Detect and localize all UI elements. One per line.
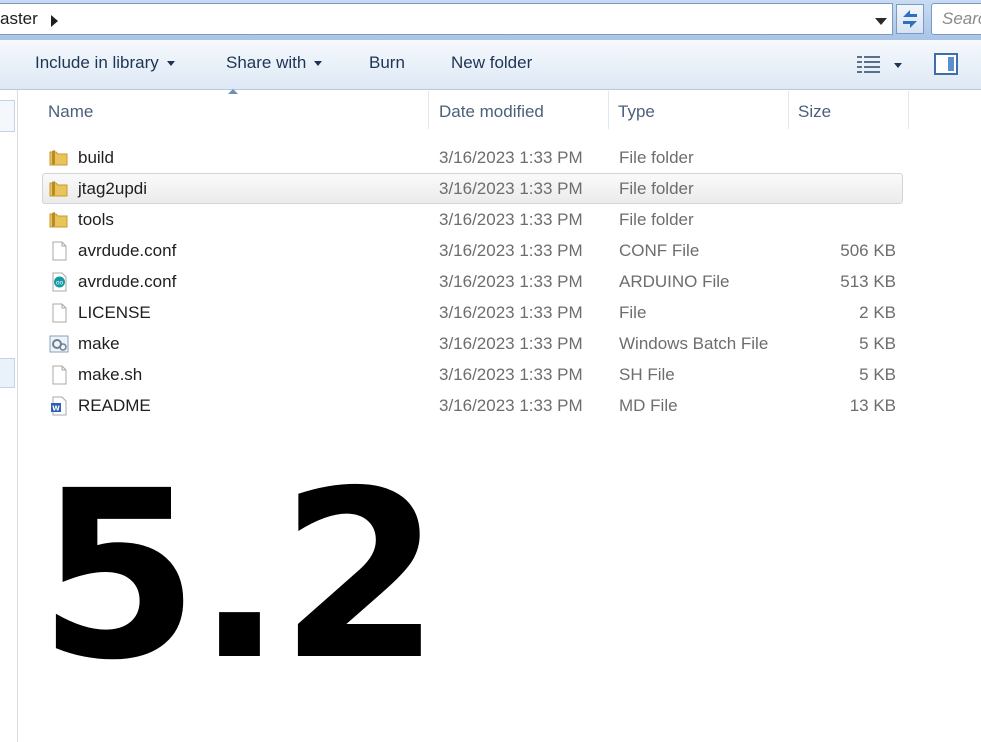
file-row[interactable]: make 3/16/2023 1:33 PM Windows Batch File 5… xyxy=(42,328,903,359)
file-name: jtag2updi xyxy=(78,179,148,198)
file-name: build xyxy=(78,148,114,167)
share-with-button[interactable]: Share with xyxy=(226,53,323,73)
file-type: File xyxy=(619,303,647,322)
column-header-name[interactable]: Name xyxy=(48,91,428,132)
file-type: Windows Batch File xyxy=(619,334,769,353)
file-type: SH File xyxy=(619,365,675,384)
file-size: 513 KB xyxy=(840,272,896,291)
file-name: LICENSE xyxy=(78,303,151,322)
file-row[interactable]: jtag2updi 3/16/2023 1:33 PM File folder xyxy=(42,173,903,204)
file-date: 3/16/2023 1:33 PM xyxy=(439,210,583,229)
file-icon xyxy=(49,241,69,261)
file-type: File folder xyxy=(619,179,694,198)
file-row[interactable]: make.sh 3/16/2023 1:33 PM SH File 5 KB xyxy=(42,359,903,390)
nav-item-selected[interactable] xyxy=(0,358,15,388)
file-row[interactable]: build 3/16/2023 1:33 PM File folder xyxy=(42,142,903,173)
address-bar: aster Searc xyxy=(0,0,981,40)
column-divider[interactable] xyxy=(428,91,429,129)
column-divider[interactable] xyxy=(608,91,609,129)
file-type: ARDUINO File xyxy=(619,272,730,291)
word-doc-icon: W xyxy=(49,396,69,416)
breadcrumb-chevron-icon[interactable] xyxy=(51,15,58,27)
file-date: 3/16/2023 1:33 PM xyxy=(439,272,583,291)
file-name: README xyxy=(78,396,151,415)
include-in-library-label: Include in library xyxy=(35,53,159,72)
svg-text:W: W xyxy=(52,405,60,413)
file-type: File folder xyxy=(619,148,694,167)
file-type: CONF File xyxy=(619,241,700,260)
refresh-icon xyxy=(903,10,917,28)
view-details-icon[interactable] xyxy=(857,54,881,74)
file-date: 3/16/2023 1:33 PM xyxy=(439,148,583,167)
share-with-label: Share with xyxy=(226,53,307,72)
column-header-type[interactable]: Type xyxy=(618,91,788,132)
column-divider[interactable] xyxy=(788,91,789,129)
file-size: 2 KB xyxy=(859,303,896,322)
file-date: 3/16/2023 1:33 PM xyxy=(439,303,583,322)
chevron-down-icon xyxy=(314,61,323,67)
view-options-chevron-icon[interactable] xyxy=(894,63,902,68)
file-date: 3/16/2023 1:33 PM xyxy=(439,179,583,198)
file-date: 3/16/2023 1:33 PM xyxy=(439,396,583,415)
file-date: 3/16/2023 1:33 PM xyxy=(439,365,583,384)
overlay-number: 5.2 xyxy=(38,441,441,711)
search-placeholder: Searc xyxy=(942,9,981,28)
column-header-date[interactable]: Date modified xyxy=(439,91,607,132)
file-size: 506 KB xyxy=(840,241,896,260)
address-dropdown-icon[interactable] xyxy=(875,18,887,25)
arduino-icon: oo xyxy=(49,272,69,292)
command-bar: Include in library Share with Burn New f… xyxy=(0,40,981,90)
file-name: tools xyxy=(78,210,114,229)
search-input[interactable]: Searc xyxy=(931,3,981,35)
file-icon xyxy=(49,303,69,323)
folder-icon xyxy=(49,148,69,168)
file-type: File folder xyxy=(619,210,694,229)
file-icon xyxy=(49,365,69,385)
file-name: make.sh xyxy=(78,365,143,384)
new-folder-button[interactable]: New folder xyxy=(451,53,532,73)
chevron-down-icon xyxy=(166,61,175,67)
svg-text:oo: oo xyxy=(56,280,64,287)
breadcrumb-segment[interactable]: aster xyxy=(0,9,38,29)
file-row[interactable]: oo avrdude.conf 3/16/2023 1:33 PM ARDUINO F… xyxy=(42,266,903,297)
file-date: 3/16/2023 1:33 PM xyxy=(439,241,583,260)
navigation-pane[interactable] xyxy=(0,90,18,742)
folder-icon xyxy=(49,179,69,199)
nav-item[interactable] xyxy=(0,100,15,132)
file-size: 5 KB xyxy=(859,334,896,353)
file-name: make xyxy=(78,334,120,353)
file-row[interactable]: avrdude.conf 3/16/2023 1:33 PM CONF File 50… xyxy=(42,235,903,266)
file-name: avrdude.conf xyxy=(78,241,177,260)
preview-pane-icon[interactable] xyxy=(934,53,958,75)
refresh-button[interactable] xyxy=(896,4,924,34)
folder-icon xyxy=(49,210,69,230)
column-divider[interactable] xyxy=(908,91,909,129)
batch-icon xyxy=(49,334,69,354)
file-row[interactable]: LICENSE 3/16/2023 1:33 PM File 2 KB xyxy=(42,297,903,328)
include-in-library-button[interactable]: Include in library xyxy=(35,53,175,73)
column-header-size[interactable]: Size xyxy=(798,91,908,132)
file-date: 3/16/2023 1:33 PM xyxy=(439,334,583,353)
file-name: avrdude.conf xyxy=(78,272,177,291)
file-type: MD File xyxy=(619,396,678,415)
file-size: 5 KB xyxy=(859,365,896,384)
file-row[interactable]: W README 3/16/2023 1:33 PM MD File 13 KB xyxy=(42,390,903,421)
file-size: 13 KB xyxy=(849,396,896,415)
address-box[interactable]: aster xyxy=(0,3,893,35)
burn-button[interactable]: Burn xyxy=(369,53,405,73)
file-row[interactable]: tools 3/16/2023 1:33 PM File folder xyxy=(42,204,903,235)
